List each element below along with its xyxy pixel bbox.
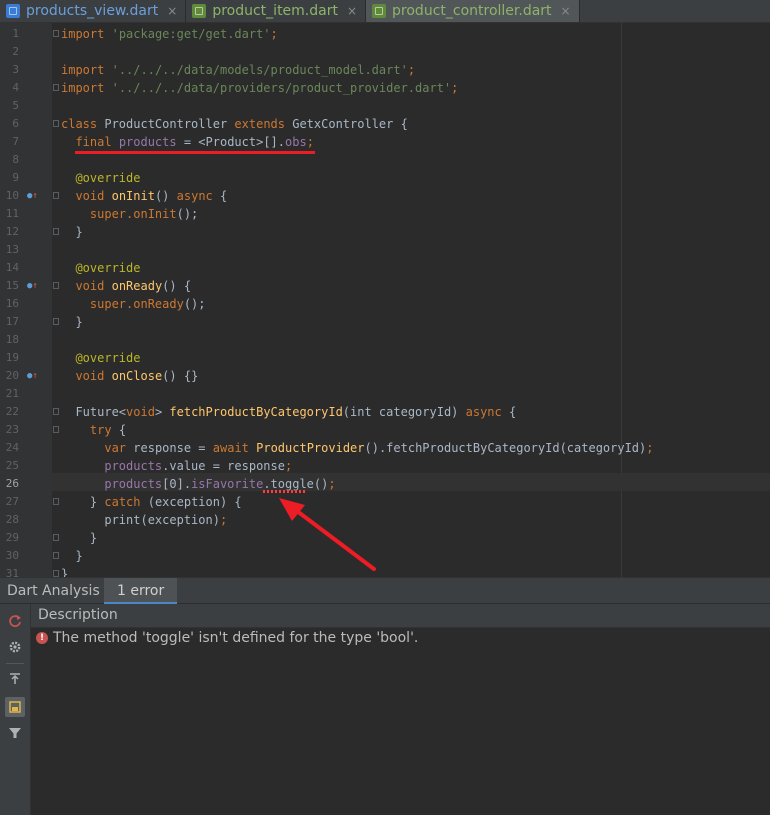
list-item[interactable]: ! The method 'toggle' isn't defined for … — [31, 628, 770, 648]
tab-errors[interactable]: 1 error — [104, 578, 178, 605]
close-icon[interactable]: × — [167, 4, 177, 18]
tab-label: product_controller.dart — [392, 3, 552, 19]
tab-label: products_view.dart — [26, 3, 159, 19]
close-icon[interactable]: × — [561, 4, 571, 18]
tab-product-controller[interactable]: product_controller.dart × — [366, 0, 580, 22]
group-by-file-icon[interactable] — [5, 697, 25, 717]
error-message: The method 'toggle' isn't defined for th… — [53, 630, 419, 646]
column-header-label: Description — [38, 607, 118, 623]
problems-list: Description ! The method 'toggle' isn't … — [31, 604, 770, 815]
filter-icon[interactable] — [7, 725, 23, 741]
editor-tab-bar: products_view.dart × product_item.dart ×… — [0, 0, 770, 23]
error-icon: ! — [36, 632, 48, 644]
dart-file-icon — [372, 4, 387, 18]
tab-label: product_item.dart — [212, 3, 338, 19]
panel-title: Dart Analysis — [7, 583, 100, 599]
settings-icon[interactable] — [7, 639, 23, 655]
tab-products-view[interactable]: products_view.dart × — [0, 0, 187, 22]
panel-toolbar — [0, 604, 31, 815]
autoscroll-icon[interactable] — [7, 671, 23, 687]
tab-product-item[interactable]: product_item.dart × — [186, 0, 367, 22]
panel-header: Dart Analysis 1 error — [0, 577, 770, 605]
close-icon[interactable]: × — [347, 4, 357, 18]
dart-file-icon — [192, 4, 207, 18]
column-header[interactable]: Description — [31, 604, 770, 628]
dart-analysis-panel: Dart Analysis 1 error Description ! The … — [0, 577, 770, 815]
annotation-arrow-icon — [279, 498, 376, 571]
dart-file-icon — [6, 4, 20, 18]
code-editor[interactable]: 1 import 'package:get/get.dart'; 2 3 imp… — [0, 23, 770, 577]
refresh-icon[interactable] — [7, 613, 23, 629]
toolbar-divider — [6, 663, 24, 664]
